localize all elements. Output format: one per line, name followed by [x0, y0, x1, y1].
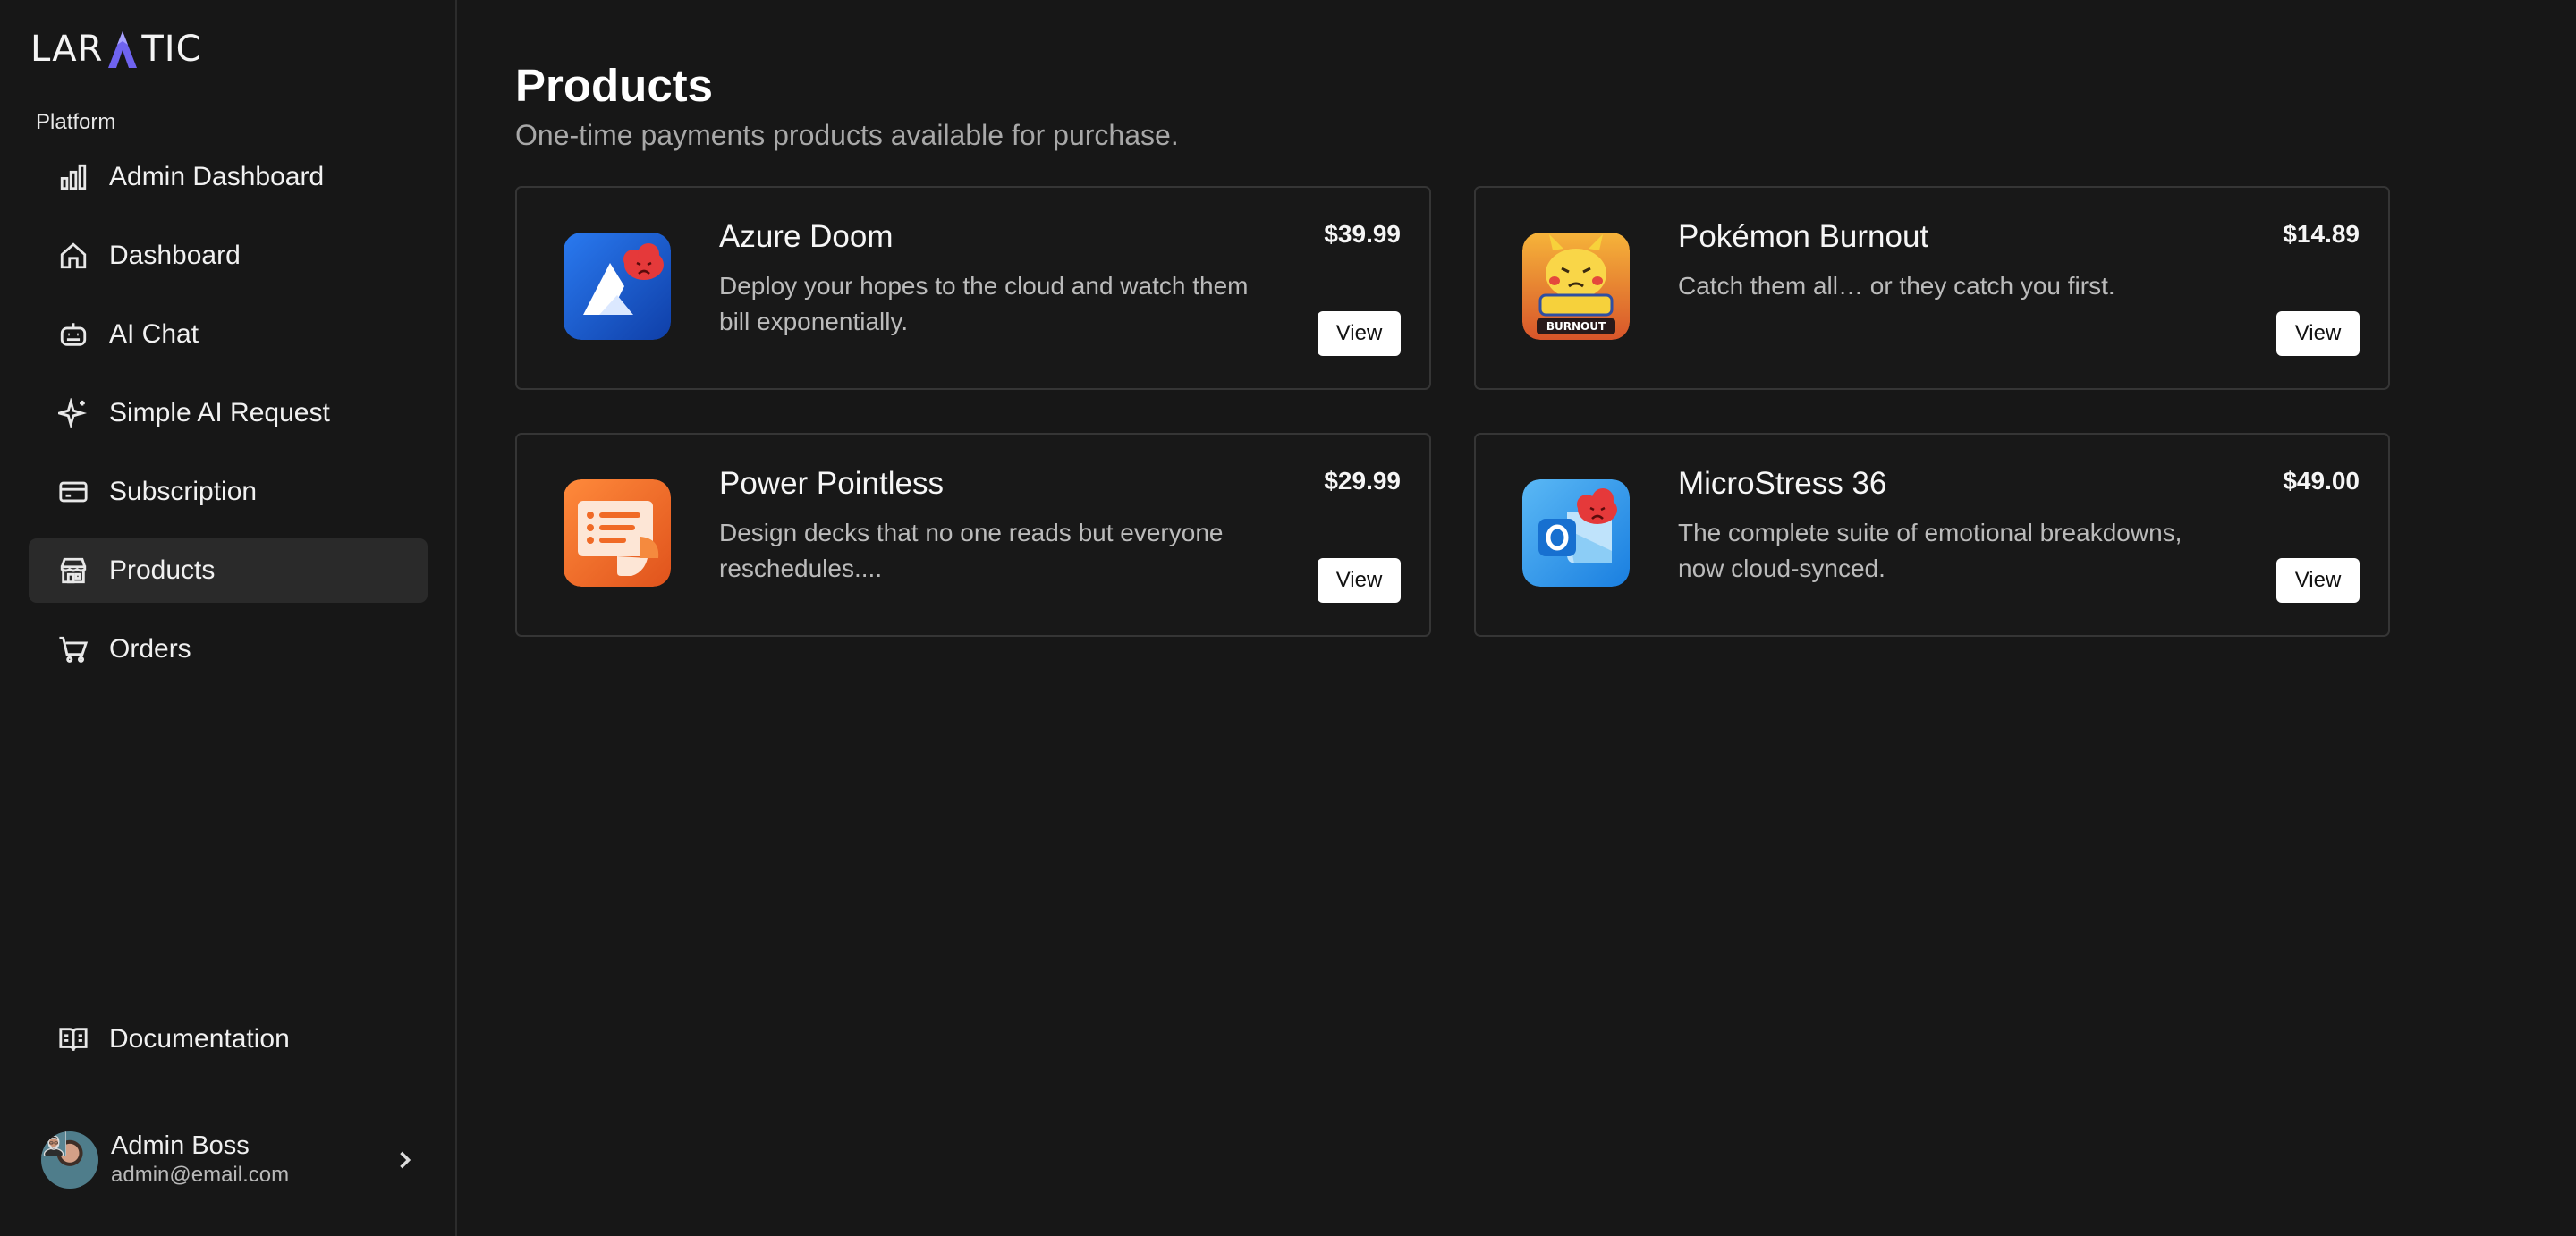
sidebar-item-label: Products [109, 555, 216, 585]
sidebar-item-label: Dashboard [109, 241, 241, 270]
product-price: $14.89 [2283, 220, 2360, 248]
product-description: The complete suite of emotional breakdow… [1678, 519, 2182, 582]
chevron-right-icon [400, 1151, 411, 1169]
sidebar: LAR TIC Platform Admin Dashboard Dashboa… [0, 0, 457, 1236]
sidebar-item-label: Orders [109, 634, 191, 664]
user-info: Admin Boss admin@email.com [111, 1130, 392, 1189]
sidebar-item-orders[interactable]: Orders [29, 617, 428, 681]
product-card-azure-doom: Azure Doom Deploy your hopes to the clou… [515, 186, 1431, 390]
page-subtitle: One-time payments products available for… [515, 119, 1179, 151]
logo-text-left: LAR [30, 29, 104, 70]
laratic-logo[interactable]: LAR TIC [30, 27, 202, 72]
product-card-microstress-36: MicroStress 36 The complete suite of emo… [1474, 433, 2390, 637]
credit-card-icon [57, 476, 89, 508]
page-title: Products [515, 60, 714, 111]
documentation-section: Documentation [29, 1007, 428, 1086]
sidebar-item-label: Simple AI Request [109, 398, 330, 428]
sidebar-item-label: Subscription [109, 477, 258, 506]
avatar [41, 1131, 98, 1189]
user-name: Admin Boss [111, 1131, 250, 1160]
sidebar-item-label: Admin Dashboard [109, 162, 325, 191]
sidebar-item-subscription[interactable]: Subscription [29, 460, 428, 524]
burnout-badge: BURNOUT [1546, 320, 1606, 333]
view-button[interactable]: View [1318, 311, 1401, 356]
sparkles-icon [57, 397, 89, 429]
bot-icon [57, 318, 89, 351]
product-price: $39.99 [1324, 220, 1401, 248]
bar-chart-icon [57, 161, 89, 193]
platform-section-label: Platform [36, 110, 116, 134]
product-description: Design decks that no one reads but every… [719, 519, 1224, 582]
user-email: admin@email.com [111, 1163, 290, 1187]
book-open-icon [57, 1023, 89, 1055]
documentation-label: Documentation [109, 1024, 290, 1054]
sidebar-item-label: AI Chat [109, 319, 199, 349]
documentation-link[interactable]: Documentation [29, 1007, 428, 1071]
view-button[interactable]: View [2276, 558, 2360, 603]
sidebar-nav: Admin Dashboard Dashboard AI Chat Simple… [29, 145, 428, 696]
product-price: $49.00 [2283, 467, 2360, 495]
product-name: Power Pointless [719, 466, 944, 501]
logo-text-right: TIC [141, 29, 202, 70]
view-button[interactable]: View [1318, 558, 1401, 603]
product-name: Azure Doom [719, 219, 894, 254]
product-grid: Azure Doom Deploy your hopes to the clou… [515, 186, 2390, 637]
product-description: Deploy your hopes to the cloud and watch… [719, 272, 1249, 335]
power-pointless-icon [564, 479, 671, 587]
sidebar-item-dashboard[interactable]: Dashboard [29, 224, 428, 288]
shopping-cart-icon [57, 633, 89, 665]
microstress-icon [1522, 479, 1630, 587]
sidebar-item-admin-dashboard[interactable]: Admin Dashboard [29, 145, 428, 209]
product-card-pokemon-burnout: BURNOUT Pokémon Burnout Catch them all… … [1474, 186, 2390, 390]
product-price: $29.99 [1324, 467, 1401, 495]
home-icon [57, 240, 89, 272]
azure-doom-icon [564, 233, 671, 340]
product-name: MicroStress 36 [1678, 466, 1887, 501]
user-menu[interactable]: Admin Boss admin@email.com [41, 1129, 417, 1191]
pokemon-burnout-icon: BURNOUT [1522, 233, 1630, 340]
product-description: Catch them all… or they catch you first. [1678, 272, 2115, 300]
logo-accent-icon [104, 29, 141, 70]
sidebar-item-products[interactable]: Products [29, 538, 428, 603]
product-name: Pokémon Burnout [1678, 219, 1929, 254]
sidebar-item-simple-ai-request[interactable]: Simple AI Request [29, 381, 428, 445]
sidebar-item-ai-chat[interactable]: AI Chat [29, 302, 428, 367]
product-card-power-pointless: Power Pointless Design decks that no one… [515, 433, 1431, 637]
view-button[interactable]: View [2276, 311, 2360, 356]
store-icon [57, 555, 89, 587]
